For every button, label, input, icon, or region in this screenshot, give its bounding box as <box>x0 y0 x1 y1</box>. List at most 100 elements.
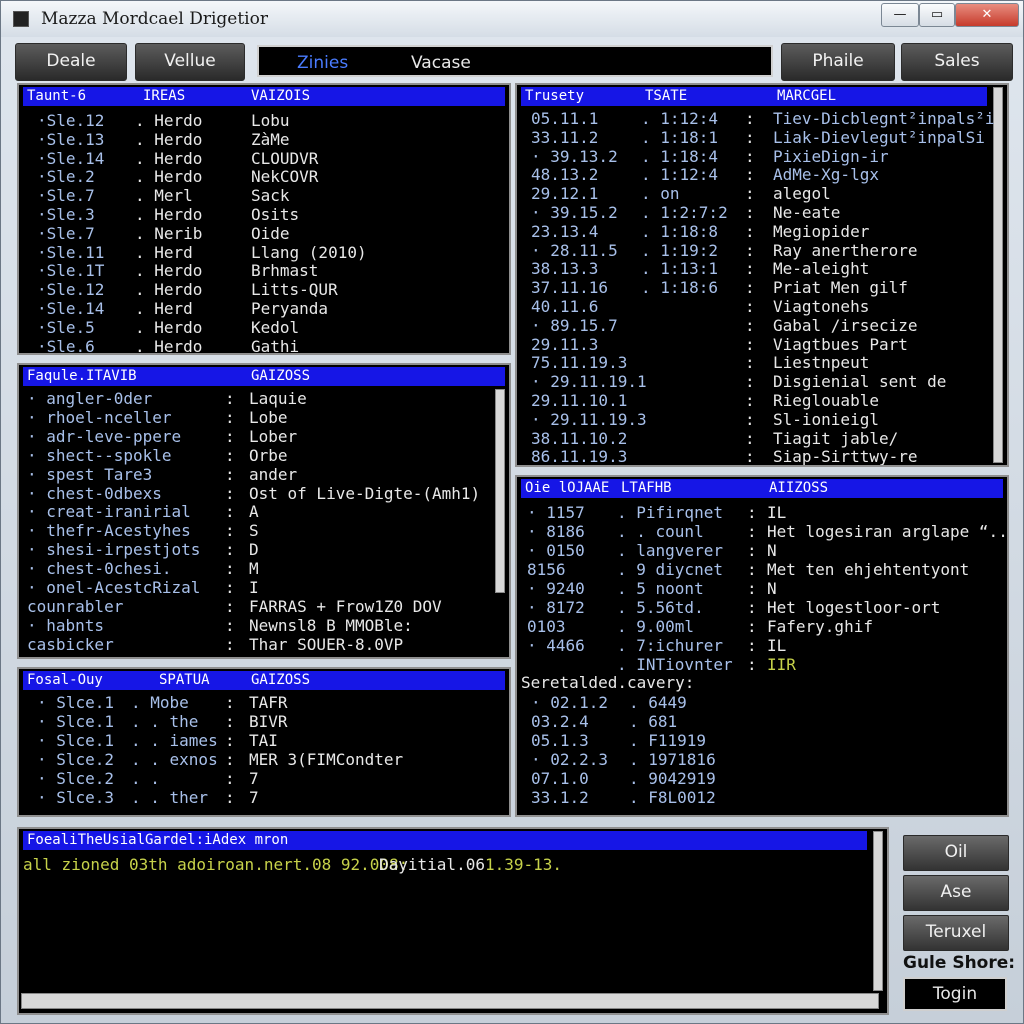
table-row[interactable]: ·Sle.14 . Herd Peryanda <box>19 299 509 318</box>
table-row[interactable]: ·Sle.7 . Nerib Oide <box>19 224 509 243</box>
table-row[interactable]: ·Sle.7 . Merl Sack <box>19 186 509 205</box>
table-cell: · thefr-Acestyhes <box>27 521 191 541</box>
table-row[interactable]: · 8186 . . counl Het logesiran arglape “..… <box>517 522 1007 541</box>
table-row[interactable]: ·Sle.11 . Herd Llang (2010) <box>19 243 509 262</box>
table-row[interactable]: 48.13.2 . 1:12:4 AdMe-Xg-lgx: <box>517 165 1007 184</box>
table-row[interactable]: · habnts Newnsl8 B MMOBle:: <box>19 616 509 635</box>
table-row[interactable]: ·Sle.3 . Herdo Osits <box>19 205 509 224</box>
table-cell: Priat Men gilf <box>773 278 908 298</box>
sales-button[interactable]: Sales <box>901 43 1013 81</box>
table-row[interactable]: · 39.13.2 . 1:18:4 PixieDign-ir: <box>517 147 1007 166</box>
table-row[interactable]: · creat-iranirial A: <box>19 502 509 521</box>
table-row[interactable]: · 89.15.7 Gabal /irsecize: <box>517 316 1007 335</box>
table-row[interactable]: ·Sle.2 . Herdo NekCOVR <box>19 167 509 186</box>
table-row[interactable]: 38.13.3 . 1:13:1 Me-aleight: <box>517 259 1007 278</box>
table-row[interactable]: · 29.11.19.3 Sl-ionieigl: <box>517 410 1007 429</box>
log-panel: FoealiTheUsialGardel:iAdex mron all zion… <box>17 827 889 1015</box>
table-row[interactable]: · 39.15.2 . 1:2:7:2 Ne-eate: <box>517 203 1007 222</box>
table-row[interactable]: 8156 . 9 diycnet Met ten ehjehtentyont: <box>517 560 1007 579</box>
table-row[interactable]: ·Sle.1T . Herdo Brhmast <box>19 261 509 280</box>
table-cell: ·Sle.12 <box>37 111 105 130</box>
table-row[interactable]: · 4466 . 7:ichurer IL: <box>517 636 1007 655</box>
column-separator: : <box>745 409 755 429</box>
table-row[interactable]: ·Sle.5 . Herdo Kedol <box>19 318 509 337</box>
table-row[interactable]: · Slce.3 . . ther 7: <box>19 788 509 807</box>
table-cell: · Slce.1 <box>37 693 115 712</box>
table-row[interactable]: 37.11.16 . 1:18:6 Priat Men gilf: <box>517 278 1007 297</box>
oil-button[interactable]: Oil <box>903 835 1009 871</box>
table-row[interactable]: 33.1.2 . F8L0012 <box>517 788 1007 807</box>
phaile-button[interactable]: Phaile <box>781 43 895 81</box>
table-row[interactable]: casbicker Thar SOUER-8.0VP: <box>19 635 509 654</box>
table-row[interactable]: · 02.2.3 . 1971816 <box>517 750 1007 769</box>
table-cell: Rieglouable <box>773 391 879 410</box>
table-cell: · 02.2.3 <box>531 750 609 769</box>
column-separator: : <box>747 503 757 522</box>
table-row[interactable]: 0103 . 9.00ml Fafery.ghif: <box>517 617 1007 636</box>
table-row[interactable]: · 9240 . 5 noont N: <box>517 579 1007 598</box>
close-button[interactable]: ✕ <box>955 3 1019 27</box>
table-row[interactable]: 03.2.4 . 681 <box>517 712 1007 731</box>
horizontal-scrollbar[interactable] <box>21 993 879 1009</box>
table-row[interactable]: 40.11.6 Viagtonehs: <box>517 297 1007 316</box>
table-row[interactable]: · Slce.1 . . the BIVR: <box>19 712 509 731</box>
table-row[interactable]: 75.11.19.3 Liestnpeut: <box>517 353 1007 372</box>
table-row[interactable]: ·Sle.12 . Herdo Litts-QUR <box>19 280 509 299</box>
table-row[interactable]: 05.11.1 . 1:12:4 Tiev-Dicblegnt²inpals²i: <box>517 109 1007 128</box>
table-row[interactable]: · 1157 . Pifirqnet IL: <box>517 503 1007 522</box>
table-row[interactable]: · shesi-irpestjots D: <box>19 540 509 559</box>
teruxel-button[interactable]: Teruxel <box>903 915 1009 951</box>
table-row[interactable]: · 8172 . 5.56td. Het logestloor-ort: <box>517 598 1007 617</box>
table-row[interactable]: 33.11.2 . 1:18:1 Liak-Dievlegut²inpalSi: <box>517 128 1007 147</box>
vertical-scrollbar[interactable] <box>873 831 883 991</box>
table-row[interactable]: · shect--spokle Orbe: <box>19 446 509 465</box>
table-row[interactable]: . INTiovnter IIR: <box>517 655 1007 674</box>
table-row[interactable]: 29.11.10.1 Rieglouable: <box>517 391 1007 410</box>
table-row[interactable]: 29.12.1 . on alegol: <box>517 184 1007 203</box>
table-cell: casbicker <box>27 634 114 654</box>
table-row[interactable]: · Slce.1 . Mobe TAFR: <box>19 693 509 712</box>
table-row[interactable]: · thefr-Acestyhes S: <box>19 521 509 540</box>
title-bar[interactable]: Mazza Mordcael Drigetior — ▭ ✕ <box>1 1 1023 37</box>
table-row[interactable]: · Slce.2 . . 7: <box>19 769 509 788</box>
maximize-button[interactable]: ▭ <box>919 3 955 27</box>
vellue-button[interactable]: Vellue <box>135 43 245 81</box>
table-row[interactable]: · 0150 . langverer N: <box>517 541 1007 560</box>
table-row[interactable]: · rhoel-nceller Lobe: <box>19 408 509 427</box>
tab-zinies[interactable]: Zinies <box>297 53 348 73</box>
table-cell: · Slce.2 <box>37 769 115 788</box>
table-row[interactable]: 38.11.10.2 Tiagit jable/: <box>517 429 1007 448</box>
table-row[interactable]: 86.11.19.3 Siap-Sirttwy-re: <box>517 447 1007 465</box>
table-row[interactable]: · 29.11.19.1 Disgienial sent de: <box>517 372 1007 391</box>
column-header: Taunt-6 <box>27 88 87 104</box>
table-row[interactable]: counrabler FARRAS + Frow1Z0 DOV: <box>19 597 509 616</box>
table-row[interactable]: · 02.1.2 . 6449 <box>517 693 1007 712</box>
table-row[interactable]: ·Sle.12 . Herdo Lobu <box>19 111 509 130</box>
table-row[interactable]: ·Sle.13 . Herdo ZàMe <box>19 130 509 149</box>
deale-button[interactable]: Deale <box>15 43 127 81</box>
table-row[interactable]: · Slce.2 . . exnos MER 3(FIMCondter: <box>19 750 509 769</box>
table-row[interactable]: · Slce.1 . . iames TAI: <box>19 731 509 750</box>
table-row[interactable]: 05.1.3 . F11919 <box>517 731 1007 750</box>
table-row[interactable]: · 28.11.5 . 1:19:2 Ray anertherore: <box>517 241 1007 260</box>
table-row[interactable]: · angler-0der Laquie: <box>19 389 509 408</box>
table-row[interactable]: · onel-AcestcRizal I: <box>19 578 509 597</box>
table-row[interactable]: · chest-0chesi. M: <box>19 559 509 578</box>
table-cell: · 28.11.5 <box>531 240 618 260</box>
table-row[interactable]: 07.1.0 . 9042919 <box>517 769 1007 788</box>
minimize-button[interactable]: — <box>881 3 919 27</box>
togin-button[interactable]: Togin <box>903 977 1007 1011</box>
ase-button[interactable]: Ase <box>903 875 1009 911</box>
table-cell: . 5.56td. <box>617 598 704 617</box>
table-cell: Liak-Dievlegut²inpalSi <box>773 127 985 147</box>
table-row[interactable]: · adr-leve-ppere Lober: <box>19 427 509 446</box>
table-row[interactable]: ·Sle.6 . Herdo Gathi <box>19 337 509 353</box>
tab-vacase[interactable]: Vacase <box>411 53 471 73</box>
table-cell: 37.11.16 <box>531 278 609 298</box>
column-separator: : <box>225 407 235 427</box>
table-row[interactable]: · spest Tare3 ander: <box>19 465 509 484</box>
table-row[interactable]: 23.13.4 . 1:18:8 Megiopider: <box>517 222 1007 241</box>
table-row[interactable]: ·Sle.14 . Herdo CLOUDVR <box>19 149 509 168</box>
table-row[interactable]: 29.11.3 Viagtbues Part: <box>517 335 1007 354</box>
table-row[interactable]: · chest-0dbexs Ost of Live-Digte-(Amh1): <box>19 484 509 503</box>
